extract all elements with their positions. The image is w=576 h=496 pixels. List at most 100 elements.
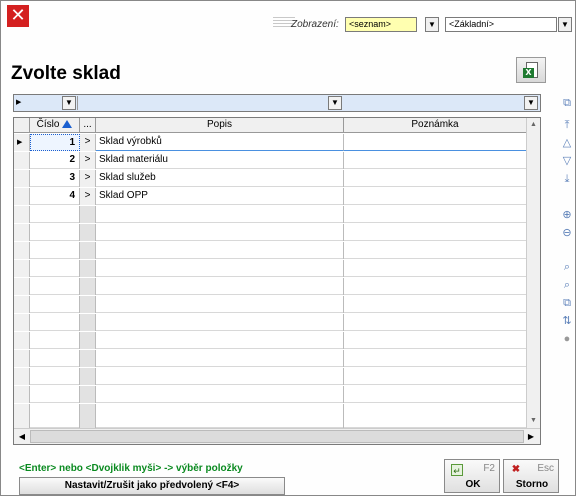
empty-row (14, 278, 540, 295)
vertical-scrollbar[interactable]: ▲ ▼ (526, 118, 540, 428)
data-grid: Číslo ... Popis Poznámka ▶ 1 > Sklad výr… (13, 117, 541, 445)
row-detail-button[interactable]: > (80, 188, 96, 205)
row-indicator (14, 278, 30, 295)
column-header-popis[interactable]: Popis (96, 118, 344, 133)
empty-cell (80, 224, 96, 241)
cell-poznamka[interactable] (344, 170, 540, 187)
empty-row (14, 350, 540, 367)
horizontal-scrollbar[interactable]: ◀ ▶ (14, 428, 540, 444)
cell-popis[interactable]: Sklad výrobků (96, 134, 344, 151)
excel-icon: X (523, 68, 534, 78)
table-row[interactable]: 2 > Sklad materiálu (14, 152, 540, 169)
cell-poznamka[interactable] (344, 152, 540, 169)
display-mode-select[interactable]: <seznam> (345, 17, 417, 32)
row-indicator-icon: ▶ (14, 134, 30, 151)
row-indicator (14, 170, 30, 187)
empty-cell (30, 314, 80, 331)
empty-cell (96, 314, 344, 331)
row-detail-button[interactable]: > (80, 134, 96, 151)
table-row[interactable]: 3 > Sklad služeb (14, 170, 540, 187)
search-icon[interactable]: ⌕ (558, 258, 575, 276)
row-indicator (14, 224, 30, 241)
table-row[interactable]: 4 > Sklad OPP (14, 188, 540, 205)
row-indicator (14, 386, 30, 403)
column-header-cislo-label: Číslo (36, 119, 60, 130)
ok-label: OK (465, 479, 481, 490)
cell-popis[interactable]: Sklad materiálu (96, 152, 344, 169)
cell-popis[interactable]: Sklad služeb (96, 170, 344, 187)
view-select[interactable]: <Základní> (445, 17, 557, 32)
copy-record-icon[interactable]: ⧉ (558, 94, 575, 112)
filter-popis-dropdown-icon[interactable]: ▼ (328, 96, 342, 110)
empty-cell (80, 404, 96, 428)
row-indicator (14, 206, 30, 223)
row-detail-button[interactable]: > (80, 152, 96, 169)
empty-cell (80, 260, 96, 277)
cell-poznamka[interactable] (344, 134, 540, 151)
empty-cell (80, 368, 96, 385)
empty-row (14, 332, 540, 349)
column-header-poznamka[interactable]: Poznámka (344, 118, 526, 133)
cell-cislo[interactable]: 2 (30, 152, 80, 169)
empty-cell (96, 404, 344, 428)
zoom-in-icon[interactable]: ⊕ (558, 206, 575, 224)
empty-cell (80, 350, 96, 367)
ok-button[interactable]: ↵ F2 OK (444, 459, 500, 493)
empty-cell (80, 386, 96, 403)
empty-cell (30, 296, 80, 313)
filter-icon[interactable]: ⧉ (558, 294, 575, 312)
cancel-icon: ✖ (511, 464, 521, 475)
cell-cislo[interactable]: 1 (30, 134, 80, 151)
cell-cislo[interactable]: 3 (30, 170, 80, 187)
cell-popis[interactable]: Sklad OPP (96, 188, 344, 205)
empty-cell (96, 206, 344, 223)
filter-popis[interactable] (80, 96, 342, 110)
scroll-thumb[interactable] (30, 430, 524, 443)
grid-header: Číslo ... Popis Poznámka (14, 118, 540, 133)
empty-cell (96, 296, 344, 313)
search-next-icon[interactable]: ⌕ (558, 276, 575, 294)
first-record-icon[interactable]: ⤒ (558, 116, 575, 134)
excel-export-button[interactable]: X (516, 57, 546, 83)
filter-cislo-dropdown-icon[interactable]: ▼ (62, 96, 76, 110)
scroll-right-icon[interactable]: ▶ (524, 430, 538, 444)
close-icon[interactable]: ✕ (7, 5, 29, 27)
empty-row (14, 296, 540, 313)
empty-cell (80, 278, 96, 295)
empty-cell (30, 224, 80, 241)
next-record-icon[interactable]: ▽ (558, 152, 575, 170)
scroll-left-icon[interactable]: ◀ (15, 430, 29, 444)
header-indicator (14, 118, 30, 133)
previous-record-icon[interactable]: △ (558, 134, 575, 152)
empty-cell (30, 386, 80, 403)
empty-cell (96, 368, 344, 385)
empty-row (14, 206, 540, 223)
column-header-more[interactable]: ... (80, 118, 96, 133)
filter-poznamka[interactable] (344, 96, 540, 110)
view-dropdown-icon[interactable]: ▼ (558, 17, 572, 32)
cell-cislo[interactable]: 4 (30, 188, 80, 205)
scroll-up-icon[interactable]: ▲ (527, 118, 540, 131)
empty-row (14, 386, 540, 403)
empty-cell (96, 278, 344, 295)
table-row[interactable]: ▶ 1 > Sklad výrobků (14, 134, 540, 151)
empty-cell (80, 296, 96, 313)
display-label: Zobrazení: (291, 19, 339, 30)
zoom-out-icon[interactable]: ⊖ (558, 224, 575, 242)
column-header-cislo[interactable]: Číslo (30, 118, 80, 133)
display-mode-dropdown-icon[interactable]: ▼ (425, 17, 439, 32)
set-default-button[interactable]: Nastavit/Zrušit jako předvolený <F4> (19, 477, 285, 495)
sort-icon[interactable]: ⇅ (558, 312, 575, 330)
last-record-icon[interactable]: ⤓ (558, 170, 575, 188)
cell-poznamka[interactable] (344, 188, 540, 205)
empty-cell (96, 350, 344, 367)
empty-cell (96, 260, 344, 277)
row-detail-button[interactable]: > (80, 170, 96, 187)
cancel-button[interactable]: ✖ Esc Storno (503, 459, 559, 493)
filter-poznamka-dropdown-icon[interactable]: ▼ (524, 96, 538, 110)
row-indicator-icon: ▶ (16, 99, 22, 106)
empty-cell (80, 206, 96, 223)
scroll-down-icon[interactable]: ▼ (527, 414, 540, 427)
empty-cell (30, 368, 80, 385)
empty-cell (30, 260, 80, 277)
